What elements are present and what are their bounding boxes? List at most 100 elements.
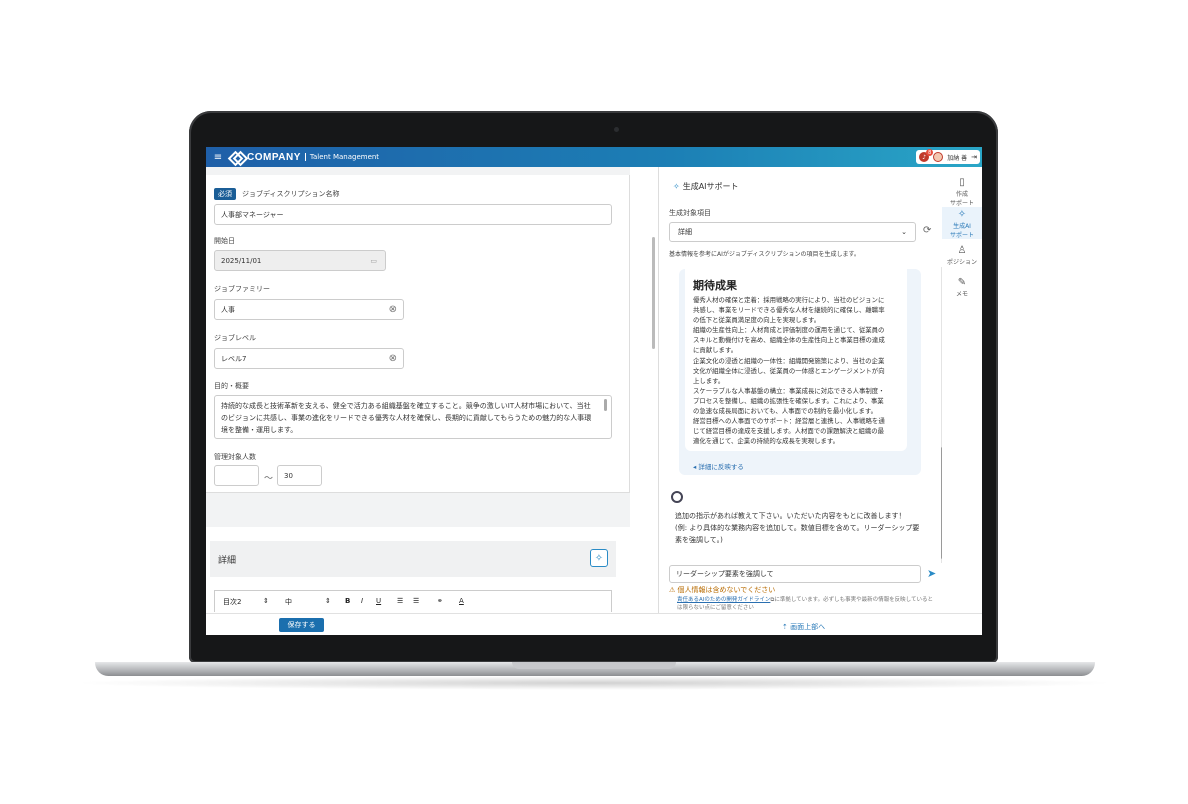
footer-bar: 保存する ⇡ 画面上部へ — [206, 613, 982, 635]
guideline-link[interactable]: 責任あるAIのための開発ガイドライン — [677, 597, 770, 603]
required-badge: 必須 — [214, 188, 236, 200]
position-icon: ♙ — [957, 245, 967, 256]
warning-icon: ⚠ — [669, 586, 678, 594]
job-family-value: 人事 — [221, 305, 235, 314]
side-nav-label: 作成 サポート — [949, 191, 974, 207]
chat-input[interactable]: リーダーシップ要素を強調して — [669, 565, 921, 583]
underline-button[interactable]: U — [376, 597, 381, 605]
laptop-notch — [512, 662, 676, 669]
target-label: 生成対象項目 — [669, 209, 711, 217]
job-family-label: ジョブファミリー — [214, 285, 270, 293]
form-area: 必須 ジョブディスクリプション名称 人事部マネージャー 開始日 2025/11/… — [206, 167, 630, 635]
clear-icon[interactable]: ⊗ — [389, 353, 397, 364]
document-icon: ▯ — [959, 177, 965, 188]
purpose-text: 持続的な成長と技術革新を支える、健全で活力ある組織基盤を確立すること。競争の激し… — [221, 402, 592, 434]
heading-select-chevron-icon[interactable]: ⇕ — [263, 597, 269, 605]
user-area: ♪ 8 加納 善 ⇥ — [916, 149, 980, 164]
side-nav-position[interactable]: ♙ ポジション — [942, 243, 982, 269]
side-nav-create-support[interactable]: ▯ 作成 サポート — [942, 175, 982, 207]
reflect-label: 詳細に反映する — [698, 463, 744, 471]
bullet-list-icon[interactable]: ☰ — [413, 597, 419, 605]
job-title-label: ジョブディスクリプション名称 — [242, 190, 340, 198]
notification-bell-icon[interactable]: ♪ 8 — [919, 149, 934, 162]
ai-panel-title-text: 生成AIサポート — [682, 182, 739, 191]
headcount-min-input[interactable] — [214, 465, 259, 486]
purpose-textarea[interactable]: 持続的な成長と技術革新を支える、健全で活力ある組織基盤を確立すること。競争の激し… — [214, 395, 612, 439]
refresh-icon[interactable]: ⟳ — [923, 225, 931, 236]
sparkle-icon: ✧ — [673, 182, 680, 191]
target-select[interactable]: 詳細 ⌄ — [669, 222, 916, 242]
chevron-down-icon: ⌄ — [901, 228, 907, 236]
text-color-icon[interactable]: A — [459, 597, 464, 605]
side-nav-label: 生成AI サポート — [949, 223, 974, 239]
textarea-scrollbar[interactable] — [604, 399, 607, 411]
company-logo[interactable]: COMPANY Talent Management — [230, 152, 379, 163]
headcount-label: 管理対象人数 — [214, 453, 256, 461]
ai-help-text: 基本情報を参考にAIがジョブディスクリプションの項目を生成します。 — [669, 251, 860, 258]
ai-panel-title: ✧ 生成AIサポート — [673, 181, 739, 192]
product-name: Talent Management — [304, 153, 379, 161]
privacy-warning: ⚠ 個人情報は含めないでください — [669, 585, 775, 595]
notification-badge: 8 — [926, 149, 934, 156]
job-title-input[interactable]: 人事部マネージャー — [214, 204, 612, 225]
range-tilde: 〜 — [264, 474, 274, 484]
basic-info-card: 必須 ジョブディスクリプション名称 人事部マネージャー 開始日 2025/11/… — [206, 175, 630, 493]
calendar-icon[interactable]: ▭ — [370, 257, 377, 265]
send-icon[interactable]: ➤ — [927, 567, 936, 580]
start-date-value: 2025/11/01 — [221, 256, 262, 265]
clear-icon[interactable]: ⊗ — [389, 304, 397, 315]
headcount-max-input[interactable]: 30 — [277, 465, 322, 486]
left-scrollbar[interactable] — [652, 237, 655, 349]
hamburger-menu-icon[interactable]: ≡ — [210, 152, 226, 163]
job-level-label: ジョブレベル — [214, 334, 256, 342]
side-nav-memo[interactable]: ✎ メモ — [942, 275, 982, 301]
app-screen: ≡ COMPANY Talent Management ♪ 8 加納 善 ⇥ 必須… — [206, 147, 982, 635]
brand-name: COMPANY — [247, 151, 301, 163]
target-value: 詳細 — [678, 228, 692, 236]
avatar[interactable] — [933, 152, 944, 162]
guideline-note: 責任あるAIのための開発ガイドライン⧉に準拠しています。必ずしも事実や最新の情報… — [677, 596, 939, 612]
start-date-input[interactable]: 2025/11/01 ▭ — [214, 250, 386, 271]
editor-toolbar: 目次2 ⇕ 中 ⇕ B I U ☰ ☰ ⚭ A — [214, 590, 612, 612]
laptop-shadow — [70, 676, 1118, 690]
logout-icon[interactable]: ⇥ — [971, 153, 977, 161]
size-select-chevron-icon[interactable]: ⇕ — [325, 597, 331, 605]
link-icon[interactable]: ⚭ — [437, 597, 443, 605]
detail-title: 詳細 — [218, 555, 237, 566]
webcam — [614, 127, 619, 132]
sparkle-icon: ✧ — [957, 209, 967, 220]
privacy-warning-text: 個人情報は含めないでください — [677, 586, 776, 594]
job-family-select[interactable]: 人事 ⊗ — [214, 299, 404, 320]
ai-result-bubble: 期待成果 優秀人材の確保と定着：採用戦略の実行により、当社のビジョンに 共感し、… — [679, 269, 921, 475]
start-date-label: 開始日 — [214, 237, 235, 245]
to-top-label: 画面上部へ — [790, 623, 826, 631]
job-level-select[interactable]: レベル7 ⊗ — [214, 348, 404, 369]
result-text: 優秀人材の確保と定着：採用戦略の実行により、当社のビジョンに 共感し、事業をリー… — [693, 296, 885, 446]
save-button[interactable]: 保存する — [279, 618, 324, 632]
side-nav-label: ポジション — [946, 259, 977, 266]
size-select[interactable]: 中 — [285, 597, 292, 607]
heading-select[interactable]: 目次2 — [223, 597, 241, 607]
ai-result-content: 期待成果 優秀人材の確保と定着：採用戦略の実行により、当社のビジョンに 共感し、… — [685, 269, 907, 451]
top-bar: ≡ COMPANY Talent Management ♪ 8 加納 善 ⇥ — [206, 147, 982, 167]
purpose-label: 目的・概要 — [214, 382, 249, 390]
job-level-value: レベル7 — [221, 354, 247, 363]
italic-button[interactable]: I — [361, 597, 363, 605]
logo-mark-icon — [230, 152, 244, 162]
ai-generate-button[interactable]: ✧ — [590, 549, 608, 567]
scroll-to-top-link[interactable]: ⇡ 画面上部へ — [782, 622, 825, 632]
user-name[interactable]: 加納 善 — [947, 153, 967, 162]
bold-button[interactable]: B — [345, 597, 350, 605]
reflect-to-detail-button[interactable]: ◂ 詳細に反映する — [693, 461, 744, 471]
ordered-list-icon[interactable]: ☰ — [397, 597, 403, 605]
pencil-icon: ✎ — [957, 277, 967, 288]
detail-header: 詳細 ✧ — [210, 541, 616, 577]
side-nav-ai-support[interactable]: ✧ 生成AI サポート — [942, 207, 982, 239]
bot-message: 追加の指示があれば教えて下さい。いただいた内容をもとに改善します！ (例: より… — [675, 512, 920, 544]
ai-panel: ✧ 生成AIサポート 生成対象項目 詳細 ⌄ ⟳ 基本情報を参考にAIがジョブディ… — [658, 167, 944, 613]
side-nav-label: メモ — [955, 291, 968, 298]
ai-bot-icon — [671, 491, 683, 503]
side-nav: ▯ 作成 サポート ✧ 生成AI サポート ♙ ポジション ✎ メモ — [942, 167, 982, 613]
arrow-up-icon: ⇡ — [782, 623, 791, 631]
result-title: 期待成果 — [693, 279, 737, 292]
